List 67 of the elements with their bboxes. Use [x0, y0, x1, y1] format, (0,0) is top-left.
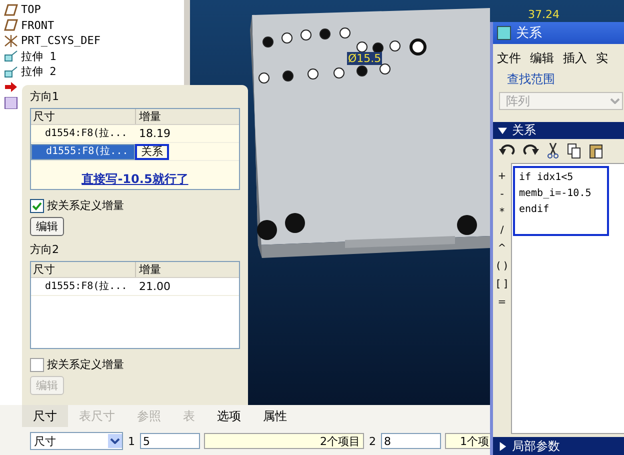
items-field[interactable]: 1个项	[445, 433, 493, 449]
annotation-text: 直接写-10.5就行了	[82, 171, 188, 188]
cut-icon[interactable]	[547, 143, 559, 159]
operator-button[interactable]: ( )	[496, 259, 508, 274]
column-header: 增量	[135, 262, 239, 277]
tab[interactable]: 选项	[206, 405, 252, 427]
paste-icon[interactable]	[589, 143, 603, 159]
count-field[interactable]: 8	[381, 433, 441, 449]
arrow-icon	[4, 81, 18, 94]
menu-item[interactable]: 编辑	[530, 50, 554, 67]
cube-icon	[4, 66, 18, 78]
checkbox[interactable]	[30, 198, 44, 212]
tree-item[interactable]: TOP	[21, 3, 41, 16]
dimension-dropdown[interactable]: 尺寸	[30, 432, 123, 450]
tab[interactable]: 属性	[252, 405, 298, 427]
section-header[interactable]: 关系	[493, 122, 624, 139]
column-header: 尺寸	[32, 262, 56, 277]
tab[interactable]: 尺寸	[22, 405, 68, 427]
operator-button[interactable]: ^	[498, 241, 506, 256]
code-line: endif	[518, 203, 550, 217]
group-label: 查找范围	[506, 71, 556, 88]
axes-icon	[4, 34, 18, 47]
column-header: 尺寸	[32, 109, 56, 124]
table-cell-text: 18.19	[138, 126, 172, 142]
table-cell[interactable]: d1555:F8(拉...	[31, 278, 135, 294]
section-title: 方向1	[30, 89, 60, 104]
direction-label: 2	[368, 434, 377, 448]
copy-icon[interactable]	[567, 143, 581, 159]
cube-icon	[4, 50, 18, 62]
section-header[interactable]: 局部参数	[493, 437, 624, 455]
operator-button[interactable]: [ ]	[496, 277, 508, 292]
section-title: 方向2	[30, 242, 60, 257]
tree-item[interactable]: PRT_CSYS_DEF	[21, 34, 100, 48]
tree-item[interactable]: FRONT	[21, 18, 54, 32]
dimension-label: 37.24	[528, 8, 560, 21]
code-line: if idx1<5	[518, 171, 574, 185]
menu-item[interactable]: 实	[596, 50, 608, 67]
collapse-icon	[498, 126, 507, 135]
edit-button[interactable]: 编辑	[30, 217, 64, 236]
operator-button[interactable]: *	[500, 205, 504, 220]
table-cell[interactable]: d1554:F8(拉...	[31, 126, 135, 142]
menu-item[interactable]: 文件	[497, 50, 521, 67]
operator-button[interactable]: +	[498, 169, 506, 184]
code-line: memb_i=-10.5	[518, 187, 592, 201]
checkbox-label: 按关系定义增量	[47, 357, 124, 372]
tree-item[interactable]: 拉伸 2	[21, 64, 56, 80]
dimension-label: Ø15.5	[347, 52, 382, 65]
window-title: 关系	[516, 25, 542, 42]
items-field[interactable]: 2个项目	[204, 433, 364, 449]
table-cell-text: 21.00	[138, 278, 172, 294]
tree-item[interactable]: 拉伸 1	[21, 48, 56, 64]
expand-icon	[498, 442, 507, 450]
menu-item[interactable]: 插入	[563, 50, 587, 67]
checkbox-label: 按关系定义增量	[47, 198, 124, 213]
window-icon	[497, 26, 511, 40]
operator-button[interactable]: =	[498, 295, 506, 310]
table-cell[interactable]: d1555:F8(拉...	[31, 144, 135, 160]
plane-icon	[4, 4, 18, 16]
count-field[interactable]: 5	[140, 433, 200, 449]
table-cell: 关系	[135, 144, 169, 160]
direction-label: 1	[127, 434, 136, 448]
operator-button[interactable]: -	[500, 187, 504, 202]
checkbox[interactable]	[30, 358, 44, 372]
plane-icon	[4, 19, 18, 32]
operator-button[interactable]: /	[500, 223, 504, 238]
column-header: 增量	[135, 109, 239, 124]
relations-editor[interactable]: if idx1<5 memb_i=-10.5 endif	[511, 163, 624, 434]
